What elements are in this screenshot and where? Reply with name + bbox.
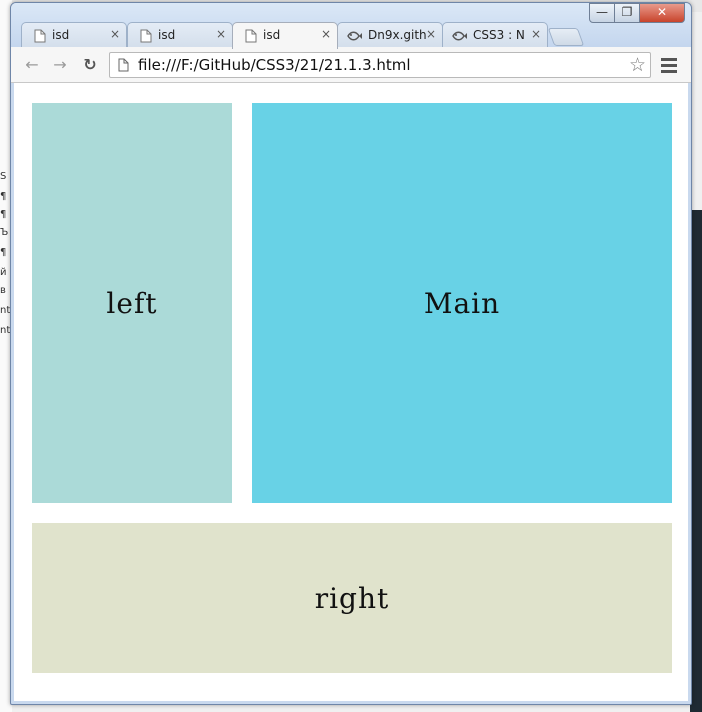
page-icon	[34, 29, 46, 43]
menu-icon-bar	[661, 58, 677, 61]
tab-label: isd	[158, 28, 176, 42]
right-box: right	[32, 523, 672, 673]
tab-isd-active[interactable]: isd ×	[232, 22, 338, 49]
page-icon	[140, 29, 152, 43]
background-text: ¶	[0, 247, 7, 258]
close-icon[interactable]: ×	[321, 27, 331, 41]
background-text: Ѕ	[0, 171, 7, 182]
menu-icon-bar	[661, 64, 677, 67]
fish-icon	[347, 31, 362, 41]
background-text: ¶	[0, 191, 7, 202]
browser-toolbar: ← → ↻ file:///F:/GitHub/CSS3/21/21.1.3.h…	[11, 47, 691, 83]
main-box-label: Main	[423, 286, 501, 320]
close-icon: ✕	[656, 5, 668, 19]
tab-label: Dn9x.gith	[368, 28, 426, 42]
background-text: в	[0, 285, 6, 296]
tab-css3[interactable]: CSS3 : N ×	[442, 22, 548, 48]
background-text: й	[0, 267, 7, 278]
url-text[interactable]: file:///F:/GitHub/CSS3/21/21.1.3.html	[138, 56, 411, 74]
menu-button[interactable]	[659, 55, 679, 75]
minimize-icon: —	[596, 5, 608, 19]
close-icon[interactable]: ×	[216, 27, 226, 41]
close-icon[interactable]: ×	[426, 27, 436, 41]
close-icon[interactable]: ×	[531, 27, 541, 41]
tab-isd-2[interactable]: isd ×	[127, 22, 233, 48]
tab-label: isd	[263, 28, 281, 42]
background-text: ¶	[0, 209, 7, 220]
page-viewport: left Main right	[14, 83, 688, 701]
reload-button[interactable]: ↻	[79, 55, 101, 75]
back-button[interactable]: ←	[21, 55, 43, 75]
page-icon	[118, 58, 129, 72]
page-icon	[245, 29, 257, 43]
left-box-label: left	[106, 286, 158, 320]
background-text: Ъ	[0, 227, 9, 238]
new-tab-button[interactable]	[547, 28, 585, 46]
background-text: nt	[0, 325, 11, 336]
minimize-button[interactable]: —	[589, 3, 615, 23]
address-bar[interactable]: file:///F:/GitHub/CSS3/21/21.1.3.html ☆	[109, 52, 651, 78]
menu-icon-bar	[661, 70, 677, 73]
forward-button[interactable]: →	[49, 55, 71, 75]
browser-window: isd × isd × isd × Dn9x.gith × CSS3 : N ×…	[10, 2, 692, 705]
left-box: left	[32, 103, 232, 503]
fish-icon	[452, 31, 467, 41]
right-box-label: right	[314, 581, 390, 615]
maximize-button[interactable]: ❐	[614, 3, 640, 23]
tab-label: isd	[52, 28, 70, 42]
close-icon[interactable]: ×	[110, 27, 120, 41]
main-box: Main	[252, 103, 672, 503]
close-window-button[interactable]: ✕	[639, 3, 685, 23]
tab-dn9x[interactable]: Dn9x.gith ×	[337, 22, 443, 48]
maximize-icon: ❐	[621, 5, 633, 19]
tab-isd-1[interactable]: isd ×	[21, 22, 127, 48]
tab-label: CSS3 : N	[473, 28, 525, 42]
bookmark-star-icon[interactable]: ☆	[629, 54, 646, 76]
